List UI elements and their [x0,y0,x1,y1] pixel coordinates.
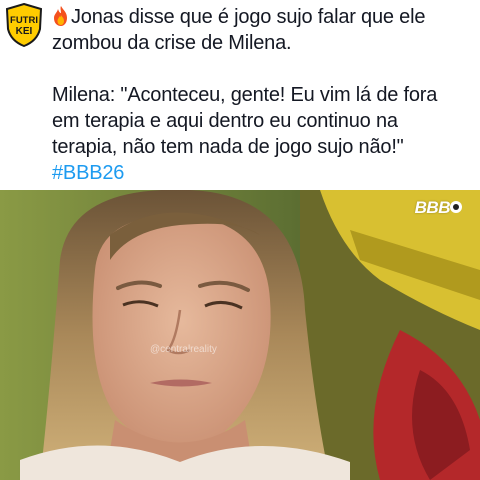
quote-line-2: em terapia e aqui dentro eu continuo na [52,110,398,132]
post-photo: BBB @centralreality [0,190,480,480]
watermark: @centralreality [150,344,217,355]
logo-line1: FUTRI [10,15,38,26]
bbb-badge: BBB [414,198,451,217]
photo-illustration [0,190,480,480]
fire-icon [52,5,70,27]
hashtag-link[interactable]: #BBB26 [52,160,476,186]
tweet-line-1-text: Jonas disse que é jogo sujo falar que el… [71,6,426,28]
logo-line2: KEI [16,26,33,37]
bbb-eye-icon [450,201,462,213]
tweet-line-2: zombou da crise de Milena. [52,32,292,54]
post-header: FUTRI KEI Jonas disse que é jogo sujo fa… [0,0,480,190]
tweet-line-1: Jonas disse que é jogo sujo falar que el… [52,4,476,30]
quote-line-3: terapia, não tem nada de jogo sujo não!" [52,136,404,158]
quote-line-1: Milena: "Aconteceu, gente! Eu vim lá de … [52,84,438,106]
social-post: FUTRI KEI Jonas disse que é jogo sujo fa… [0,0,480,480]
futrikei-logo: FUTRI KEI [4,3,44,47]
tweet-text: Jonas disse que é jogo sujo falar que el… [52,4,476,186]
